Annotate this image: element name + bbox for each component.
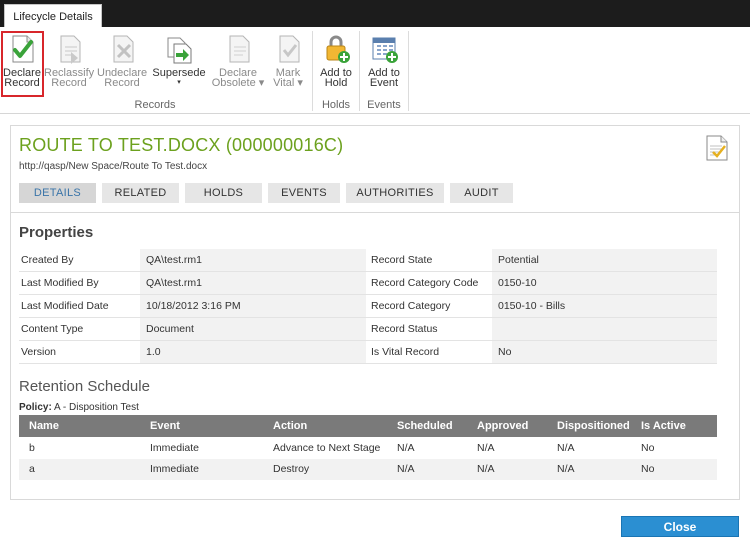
table-row[interactable]: a Immediate Destroy N/A N/A N/A No — [19, 459, 717, 480]
mark-vital-icon — [279, 35, 300, 63]
tab-authorities[interactable]: AUTHORITIES — [346, 183, 444, 203]
column-header-name[interactable]: Name — [29, 415, 59, 437]
close-button[interactable]: Close — [621, 516, 739, 537]
cell-dispositioned: N/A — [557, 463, 575, 475]
title-bar: Lifecycle Details — [0, 0, 750, 28]
column-header-approved[interactable]: Approved — [477, 415, 528, 437]
properties-heading: Properties — [19, 224, 94, 241]
column-header-scheduled[interactable]: Scheduled — [397, 415, 453, 437]
cell-action: Destroy — [273, 463, 310, 475]
record-path: http://qasp/New Space/Route To Test.docx — [19, 161, 208, 172]
supersede-icon — [167, 37, 192, 64]
group-label-events: Events — [367, 99, 401, 111]
group-label-holds: Holds — [321, 99, 351, 111]
cell-scheduled: N/A — [397, 442, 415, 454]
add-to-event-button[interactable]: Add to Event — [362, 33, 406, 89]
declare-record-icon — [12, 35, 34, 63]
cell-approved: N/A — [477, 442, 495, 454]
supersede-button[interactable]: Supersede ▾ — [151, 33, 207, 88]
undeclare-record-button[interactable]: Undeclare Record — [97, 33, 147, 89]
cell-dispositioned: N/A — [557, 442, 575, 454]
cell-action: Advance to Next Stage — [273, 442, 381, 454]
add-to-event-icon — [372, 37, 398, 63]
property-label: Last Modified By — [21, 277, 99, 289]
mark-vital-label-2: Vital ▾ — [273, 77, 303, 89]
property-value: 10/18/2012 3:16 PM — [140, 295, 366, 317]
cell-scheduled: N/A — [397, 463, 415, 475]
tab-related[interactable]: RELATED — [102, 183, 179, 203]
undeclare-record-label-2: Record — [104, 77, 140, 89]
property-row: Content Type Document Record Status — [19, 318, 717, 341]
declare-obsolete-label-2: Obsolete ▾ — [211, 77, 265, 89]
reclassify-record-label-2: Record — [51, 77, 87, 89]
declare-obsolete-button[interactable]: Declare Obsolete ▾ — [210, 33, 266, 89]
property-label: Record Category — [371, 300, 451, 312]
declare-obsolete-icon — [229, 35, 250, 63]
property-value: Potential — [492, 249, 717, 271]
cell-is-active: No — [641, 463, 655, 475]
supersede-dropdown-arrow: ▾ — [177, 79, 181, 86]
property-row: Last Modified By QA\test.rm1 Record Cate… — [19, 272, 717, 295]
policy-value: A - Disposition Test — [54, 402, 139, 413]
cell-event: Immediate — [150, 463, 200, 475]
property-value: QA\test.rm1 — [140, 249, 366, 271]
tab-audit[interactable]: AUDIT — [450, 183, 513, 203]
property-row: Last Modified Date 10/18/2012 3:16 PM Re… — [19, 295, 717, 318]
tab-holds[interactable]: HOLDS — [185, 183, 262, 203]
supersede-label: Supersede — [152, 67, 206, 79]
column-header-dispositioned[interactable]: Dispositioned — [557, 415, 630, 437]
property-label: Record Category Code — [371, 277, 479, 289]
record-title: ROUTE TO TEST.DOCX (000000016C) — [19, 135, 344, 155]
mark-vital-button[interactable]: Mark Vital ▾ — [268, 33, 308, 89]
property-label: Record Status — [371, 323, 438, 335]
property-value — [492, 318, 717, 340]
undeclare-record-icon — [113, 35, 134, 63]
declare-record-label-2: Record — [4, 77, 40, 89]
property-label: Version — [21, 346, 57, 358]
property-row: Created By QA\test.rm1 Record State Pote… — [19, 249, 717, 272]
declare-record-button[interactable]: Declare Record — [2, 33, 42, 89]
property-value: 0150-10 — [492, 272, 717, 294]
property-value: 1.0 — [140, 341, 366, 363]
policy-label: Policy: — [19, 402, 52, 413]
property-value: 0150-10 - Bills — [492, 295, 717, 317]
group-label-records: Records — [134, 99, 176, 111]
property-label: Created By — [21, 254, 74, 266]
add-to-hold-icon — [326, 35, 350, 63]
add-to-hold-button[interactable]: Add to Hold — [315, 33, 357, 89]
property-value: Document — [140, 318, 366, 340]
group-separator — [408, 31, 409, 111]
tab-events[interactable]: EVENTS — [268, 183, 340, 203]
column-header-event[interactable]: Event — [150, 415, 180, 437]
cell-is-active: No — [641, 442, 655, 454]
record-details-panel: ROUTE TO TEST.DOCX (000000016C) http://q… — [10, 125, 740, 500]
cell-name: a — [29, 463, 35, 475]
document-check-icon — [706, 135, 728, 161]
property-label: Last Modified Date — [21, 300, 109, 312]
property-label: Is Vital Record — [371, 346, 440, 358]
record-header: ROUTE TO TEST.DOCX (000000016C) http://q… — [11, 126, 739, 213]
reclassify-record-icon — [60, 35, 81, 64]
table-row[interactable]: b Immediate Advance to Next Stage N/A N/… — [19, 438, 717, 459]
add-to-event-label-2: Event — [369, 77, 399, 89]
ribbon-toolbar: Declare Record Reclassify Record Undecla… — [0, 27, 750, 114]
retention-table-header: Name Event Action Scheduled Approved Dis… — [19, 415, 717, 437]
tab-details[interactable]: DETAILS — [19, 183, 96, 203]
retention-schedule-heading: Retention Schedule — [19, 378, 150, 395]
cell-approved: N/A — [477, 463, 495, 475]
cell-name: b — [29, 442, 35, 454]
reclassify-record-button[interactable]: Reclassify Record — [44, 33, 94, 89]
property-row: Version 1.0 Is Vital Record No — [19, 341, 717, 364]
property-label: Content Type — [21, 323, 84, 335]
property-label: Record State — [371, 254, 433, 266]
tab-lifecycle-details[interactable]: Lifecycle Details — [4, 4, 102, 28]
property-value: QA\test.rm1 — [140, 272, 366, 294]
property-value: No — [492, 341, 717, 363]
column-header-is-active[interactable]: Is Active — [641, 415, 686, 437]
cell-event: Immediate — [150, 442, 200, 454]
retention-policy: Policy: A - Disposition Test — [19, 402, 139, 413]
add-to-hold-label-2: Hold — [324, 77, 348, 89]
column-header-action[interactable]: Action — [273, 415, 307, 437]
